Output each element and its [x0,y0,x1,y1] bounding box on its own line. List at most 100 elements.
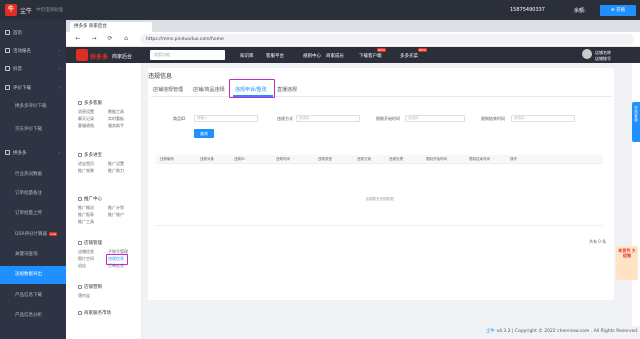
menu-link[interactable]: 推广助力 [108,168,124,174]
avatar[interactable] [582,49,592,59]
menu-link[interactable]: 消息设置 [78,109,94,115]
sidebar-item[interactable]: 首页 [0,25,66,43]
sidebar-item[interactable]: 产品信息下载 [0,287,66,305]
menu-link[interactable]: 店铺信息 [78,249,94,255]
menu-group-label: 多多进宝 [84,153,102,158]
megaphone-icon [78,196,82,201]
total-count: 共有 0 条 [589,239,607,244]
back-button[interactable]: ← [74,35,82,43]
sidebar-item[interactable]: 拼多多评价下载 [0,98,66,116]
violation-start-select[interactable]: 请选择 [405,115,465,122]
chat-icon [78,100,82,105]
menu-link[interactable]: 锦内宝 [78,293,90,299]
sidebar-item[interactable]: 订单批量备注 [0,185,66,203]
sidebar-item[interactable]: 订单批量上传 [0,205,66,223]
pdd-nav-item[interactable]: 商家成长 [326,53,344,59]
tab-violation[interactable]: 店铺违规管理 [153,86,183,93]
menu-link[interactable]: 推广账户 [108,212,124,218]
menu-link[interactable]: 推广报表 [78,212,94,218]
sidebar-item-label: 行业热词数据 [15,172,42,177]
menu-link[interactable]: 图片空间 [78,256,94,262]
menu-link[interactable]: 推广计划 [108,205,124,211]
chevron-icon: › [58,49,60,54]
sidebar-item-label: 产品信息分析 [15,313,42,318]
item-id-label: 商品ID [173,116,186,121]
violation-end-select[interactable]: 请选择 [511,115,575,122]
empty-state: 店铺暂无违规数据 [365,197,394,201]
violation-type-select[interactable]: 请选择 [296,115,360,122]
pdd-nav-item[interactable]: 下载客户端 [359,53,382,59]
menu-link[interactable]: 聊天记录 [78,116,94,122]
sidebar-item-label: 订单批量上传 [15,211,42,216]
menu-link[interactable]: 推广设置 [108,161,124,167]
table-body [156,164,603,226]
tab-highlight-box [229,79,275,98]
pdd-nav-new-badge: NEW [377,48,387,52]
menu-link[interactable]: 实时看板 [108,116,124,122]
footer-text: 尘牛 v4.3.2 | Copyright © 2022 chenniew.co… [486,328,639,334]
menu-link[interactable]: 进宝首页 [78,161,94,167]
pdd-nav-item[interactable]: 客服平台 [266,53,284,59]
tab-violation[interactable]: 直播违规 [277,86,297,93]
sidebar-item[interactable]: 评价下载 › [0,80,66,98]
menu-link[interactable]: 推广效果 [78,168,94,174]
pdd-subtitle: 商家后台 [112,53,133,60]
sidebar-item-label: 首页 [13,31,22,36]
menu-highlight-box [106,254,128,265]
plus-icon: ⊕ [610,7,615,13]
address-bar[interactable]: https://mms.pinduoduo.com/home [140,34,634,45]
heart-icon [78,310,82,315]
violation-start-label: 限制开始时间 [376,116,400,121]
sidebar-item[interactable]: 违规数据导出 [0,266,66,284]
footer-brand[interactable]: 尘牛 [486,329,495,334]
menu-group-title: 多多进宝 [78,152,102,158]
pdd-nav-item[interactable]: 多多买菜 [400,53,418,59]
menu-link[interactable]: 推广概况 [78,205,94,211]
sidebar-item[interactable]: 京东评价下载 [0,121,66,139]
sidebar-item-label: 抖音 [13,67,22,72]
sidebar-item[interactable]: 活动报名 › [0,43,66,61]
page-title: 违规信息 [148,73,173,80]
table-column-header: 违规ID [234,157,245,161]
tab-divider [151,96,611,97]
sidebar-item-label: 违规数据导出 [15,272,42,277]
item-id-input[interactable]: 请输入 [194,115,258,122]
menu-group-title: 推广中心 [78,196,102,202]
footer-copyright: v4.3.2 | Copyright © 2022 chenniew.com .… [496,329,639,334]
sidebar-item[interactable]: 关键词查询 [0,246,66,264]
tab-violation[interactable]: 店铺/商品违规 [193,86,225,93]
menu-link[interactable]: 客服绩效 [78,123,94,129]
chevron-icon: › [58,151,60,156]
sidebar-item-label: 评价下载 [13,86,31,91]
forward-button[interactable]: → [90,35,98,43]
home-button[interactable]: ⌂ [122,35,130,43]
sidebar-item-label: 产品信息下载 [15,293,42,298]
menu-group-title: 店铺营销 [78,284,102,290]
reload-button[interactable]: ⟳ [106,35,114,43]
sidebar-item[interactable]: DSR评分计算器 new [0,225,66,243]
app-brand: 尘牛 [20,8,33,15]
sidebar-item[interactable]: 拼多多 › [0,145,66,163]
pdd-nav-item[interactable]: 知识库 [240,53,254,59]
sidebar-item-label: DSR评分计算器 [15,232,47,237]
sidebar-item[interactable]: 抖音 › [0,61,66,79]
menu-link[interactable]: 推广工具 [78,219,94,225]
recharge-button[interactable]: ⊕ 充值 [600,4,636,16]
table-column-header: 违规类型 [318,157,332,161]
table-column-header: 违规处理 [389,157,403,161]
table-column-header: 限制开始时间 [426,157,447,161]
menu-link[interactable]: 数据工具 [108,109,124,115]
browser-tab[interactable]: 拼多多 商家后台 [70,22,152,32]
sidebar-item-label: 订单批量备注 [15,191,42,196]
shop-account: 店铺账号 [595,55,611,61]
menu-group-title: 店铺管理 [78,240,102,246]
menu-link[interactable]: 服务助手 [108,123,124,129]
sidebar-item[interactable]: 行业热词数据 [0,166,66,184]
query-button[interactable]: 查询 [194,129,214,138]
sidebar-item-label: 拼多多评价下载 [15,104,47,109]
menu-link[interactable]: 退店 [78,263,86,269]
sidebar-item[interactable]: 产品信息分析 [0,307,66,325]
pdd-nav-item[interactable]: 规则中心 [303,53,321,59]
pdd-search-input[interactable]: 搜索功能 [150,50,225,60]
menu-group-title: 多多客服 [78,100,102,106]
